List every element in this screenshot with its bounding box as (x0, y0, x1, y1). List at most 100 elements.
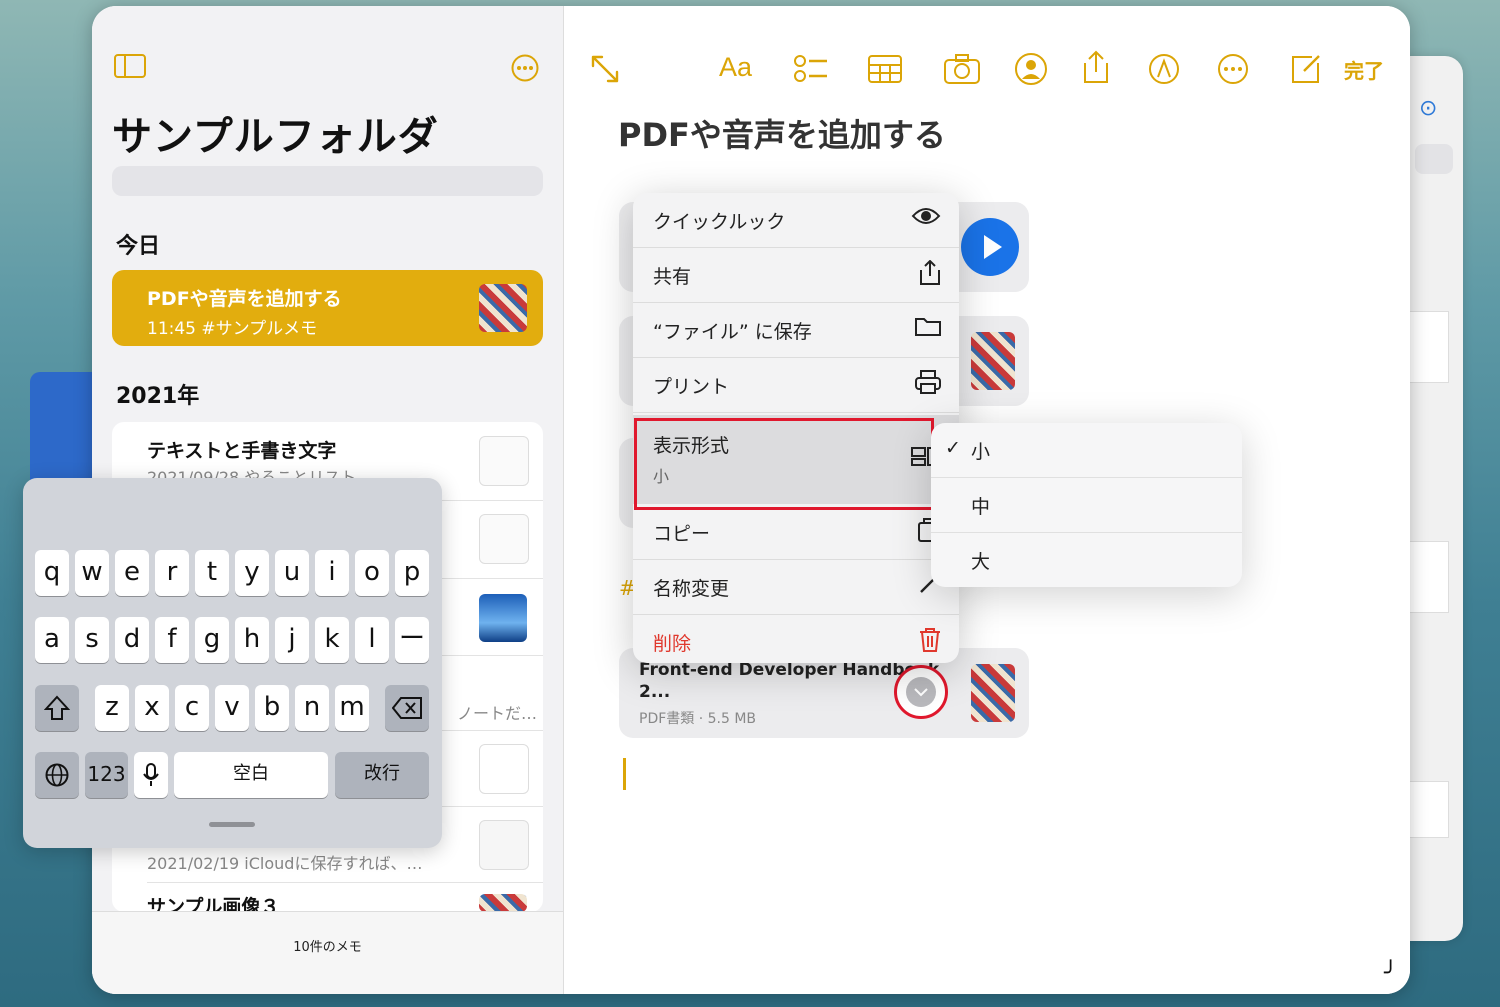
note-title: PDFや音声を追加する (618, 116, 946, 154)
key-b[interactable]: b (255, 685, 289, 731)
attachment-meta: PDF書類 · 5.5 MB (639, 711, 757, 727)
return-key[interactable]: 改行 (335, 752, 429, 798)
context-menu: クイックルック 共有 “ファイル” に保存 プリント 表示形式 小 コピー 名称… (633, 193, 959, 663)
globe-key[interactable] (35, 752, 79, 798)
view-mode-submenu: ✓ 小 中 大 (931, 423, 1242, 587)
key-g[interactable]: g (195, 617, 229, 663)
key-u[interactable]: u (275, 550, 309, 596)
note-thumbnail (479, 744, 529, 794)
key-t[interactable]: t (195, 550, 229, 596)
resize-corner[interactable]: ╯ (1384, 961, 1397, 986)
attachment-name: Front-end Developer Handbook (639, 660, 940, 680)
menu-item-delete[interactable]: 削除 (633, 615, 959, 663)
menu-item-rename[interactable]: 名称変更 (633, 560, 959, 615)
sidebar-footer: 10件のメモ (92, 911, 563, 994)
share-icon (919, 259, 941, 292)
menu-item-print[interactable]: プリント (633, 358, 959, 413)
keyboard-drag-handle[interactable] (209, 822, 255, 827)
submenu-label: 小 (971, 441, 991, 463)
key-s[interactable]: s (75, 617, 109, 663)
key-a[interactable]: a (35, 617, 69, 663)
menu-item-save-to-files[interactable]: “ファイル” に保存 (633, 303, 959, 358)
chevron-down-button[interactable] (906, 677, 936, 707)
menu-item-share[interactable]: 共有 (633, 248, 959, 303)
note-thumbnail (479, 594, 527, 642)
mic-button-bg (1415, 144, 1453, 174)
key-d[interactable]: d (115, 617, 149, 663)
key-p[interactable]: p (395, 550, 429, 596)
menu-label: 削除 (653, 633, 692, 655)
key-w[interactable]: w (75, 550, 109, 596)
note-thumbnail (479, 436, 529, 486)
key-h[interactable]: h (235, 617, 269, 663)
key-v[interactable]: v (215, 685, 249, 731)
key-e[interactable]: e (115, 550, 149, 596)
key-m[interactable]: m (335, 685, 369, 731)
thumbnail (1407, 311, 1449, 383)
floating-keyboard: qwertyuiop asdfghjklー zxcvbnm 123 空白 改行 (23, 478, 442, 848)
menu-label: クイックルック (653, 211, 786, 233)
submenu-item-medium[interactable]: 中 (931, 478, 1242, 533)
more-options-icon[interactable] (511, 54, 539, 86)
camera-icon[interactable] (944, 54, 980, 88)
folder-icon (915, 315, 941, 343)
more-icon[interactable] (1217, 53, 1249, 89)
key-j[interactable]: j (275, 617, 309, 663)
menu-label: コピー (653, 523, 711, 545)
share-icon[interactable] (1082, 50, 1110, 88)
key-q[interactable]: q (35, 550, 69, 596)
submenu-item-small[interactable]: ✓ 小 (931, 423, 1242, 478)
search-bar[interactable] (112, 166, 543, 196)
selected-note[interactable]: PDFや音声を追加する 11:45 #サンプルメモ (112, 270, 543, 346)
space-key[interactable]: 空白 (174, 752, 328, 798)
key-ー[interactable]: ー (395, 617, 429, 663)
eye-icon (911, 205, 941, 233)
key-c[interactable]: c (175, 685, 209, 731)
checkmark-icon: ✓ (945, 437, 961, 459)
key-f[interactable]: f (155, 617, 189, 663)
list-item-subtitle: 2021/02/19 iCloudに保存すれば、… (147, 854, 423, 873)
play-button[interactable] (961, 218, 1019, 276)
done-button[interactable]: 完了 (1344, 55, 1384, 84)
key-i[interactable]: i (315, 550, 349, 596)
pdf-thumbnail (971, 332, 1015, 390)
key-z[interactable]: z (95, 685, 129, 731)
checklist-icon[interactable] (794, 54, 828, 88)
mic-key[interactable] (134, 752, 168, 798)
menu-item-copy[interactable]: コピー (633, 505, 959, 560)
sidebar-toggle-icon[interactable] (114, 54, 146, 78)
expand-icon[interactable] (590, 54, 620, 88)
compose-icon[interactable] (1290, 53, 1322, 89)
section-today: 今日 (116, 234, 161, 259)
collaborate-icon[interactable] (1014, 52, 1048, 90)
key-y[interactable]: y (235, 550, 269, 596)
text-format-button[interactable]: Aa (719, 52, 752, 83)
key-x[interactable]: x (135, 685, 169, 731)
key-n[interactable]: n (295, 685, 329, 731)
note-count: 10件のメモ (293, 940, 362, 955)
note-title: PDFや音声を追加する (147, 288, 342, 310)
key-r[interactable]: r (155, 550, 189, 596)
backspace-key[interactable] (385, 685, 429, 731)
submenu-item-large[interactable]: 大 (931, 533, 1242, 587)
list-item-title: テキストと手書き文字 (147, 440, 337, 462)
pdf-thumbnail (971, 664, 1015, 722)
menu-item-quicklook[interactable]: クイックルック (633, 193, 959, 248)
section-2021: 2021年 (116, 384, 200, 409)
key-o[interactable]: o (355, 550, 389, 596)
key-l[interactable]: l (355, 617, 389, 663)
folder-title: サンプルフォルダ (112, 114, 439, 160)
menu-label: 共有 (653, 266, 692, 288)
separator (147, 882, 543, 883)
list-item-subtitle: ノートだ… (457, 704, 538, 723)
thumbnail (1407, 781, 1449, 838)
markup-icon[interactable] (1148, 53, 1180, 89)
key-k[interactable]: k (315, 617, 349, 663)
menu-label: “ファイル” に保存 (653, 321, 812, 343)
menu-label: 名称変更 (653, 578, 730, 600)
numbers-key[interactable]: 123 (85, 752, 128, 798)
note-thumbnail (479, 820, 529, 870)
table-icon[interactable] (868, 55, 902, 87)
shift-key[interactable] (35, 685, 79, 731)
menu-label: プリント (653, 376, 730, 398)
